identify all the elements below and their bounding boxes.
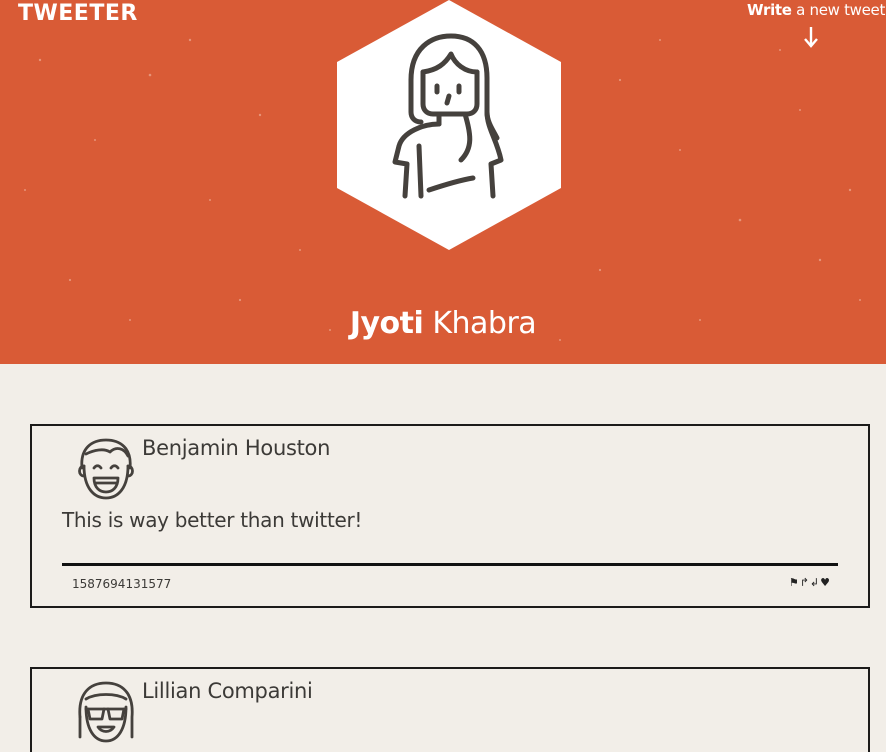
woman-avatar-icon (337, 0, 561, 250)
profile-header: TWEETER Write a new tweet Jyoti Khabra (0, 0, 886, 364)
write-tweet-link[interactable]: Write a new tweet (747, 1, 885, 19)
tweet-timestamp: 1587694131577 (72, 577, 172, 591)
tweet-text: This is way better than twitter! (62, 508, 363, 532)
retweet-icon[interactable]: ↱ (800, 576, 809, 590)
profile-name: Jyoti Khabra (0, 306, 886, 341)
arrow-down-icon[interactable] (802, 24, 820, 50)
smiling-man-avatar-icon (78, 438, 134, 500)
tweet-author[interactable]: Lillian Comparini (142, 679, 313, 703)
profile-first-name: Jyoti (349, 306, 424, 341)
sunglasses-woman-avatar-icon (78, 681, 134, 743)
tweet-card: Lillian Comparini (30, 667, 870, 752)
flag-icon[interactable]: ⚑ (789, 576, 799, 590)
write-label-rest: a new tweet (791, 1, 886, 19)
tweet-actions: ⚑ ↱ ↲ ♥ (789, 576, 830, 590)
tweet-author[interactable]: Benjamin Houston (142, 436, 330, 460)
app-logo[interactable]: TWEETER (18, 1, 138, 26)
write-label-strong: Write (747, 1, 792, 19)
tweet-divider (62, 563, 838, 566)
reply-icon[interactable]: ↲ (810, 576, 819, 590)
heart-icon[interactable]: ♥ (820, 576, 830, 590)
profile-last-name: Khabra (432, 306, 537, 341)
tweet-card: Benjamin Houston This is way better than… (30, 424, 870, 608)
